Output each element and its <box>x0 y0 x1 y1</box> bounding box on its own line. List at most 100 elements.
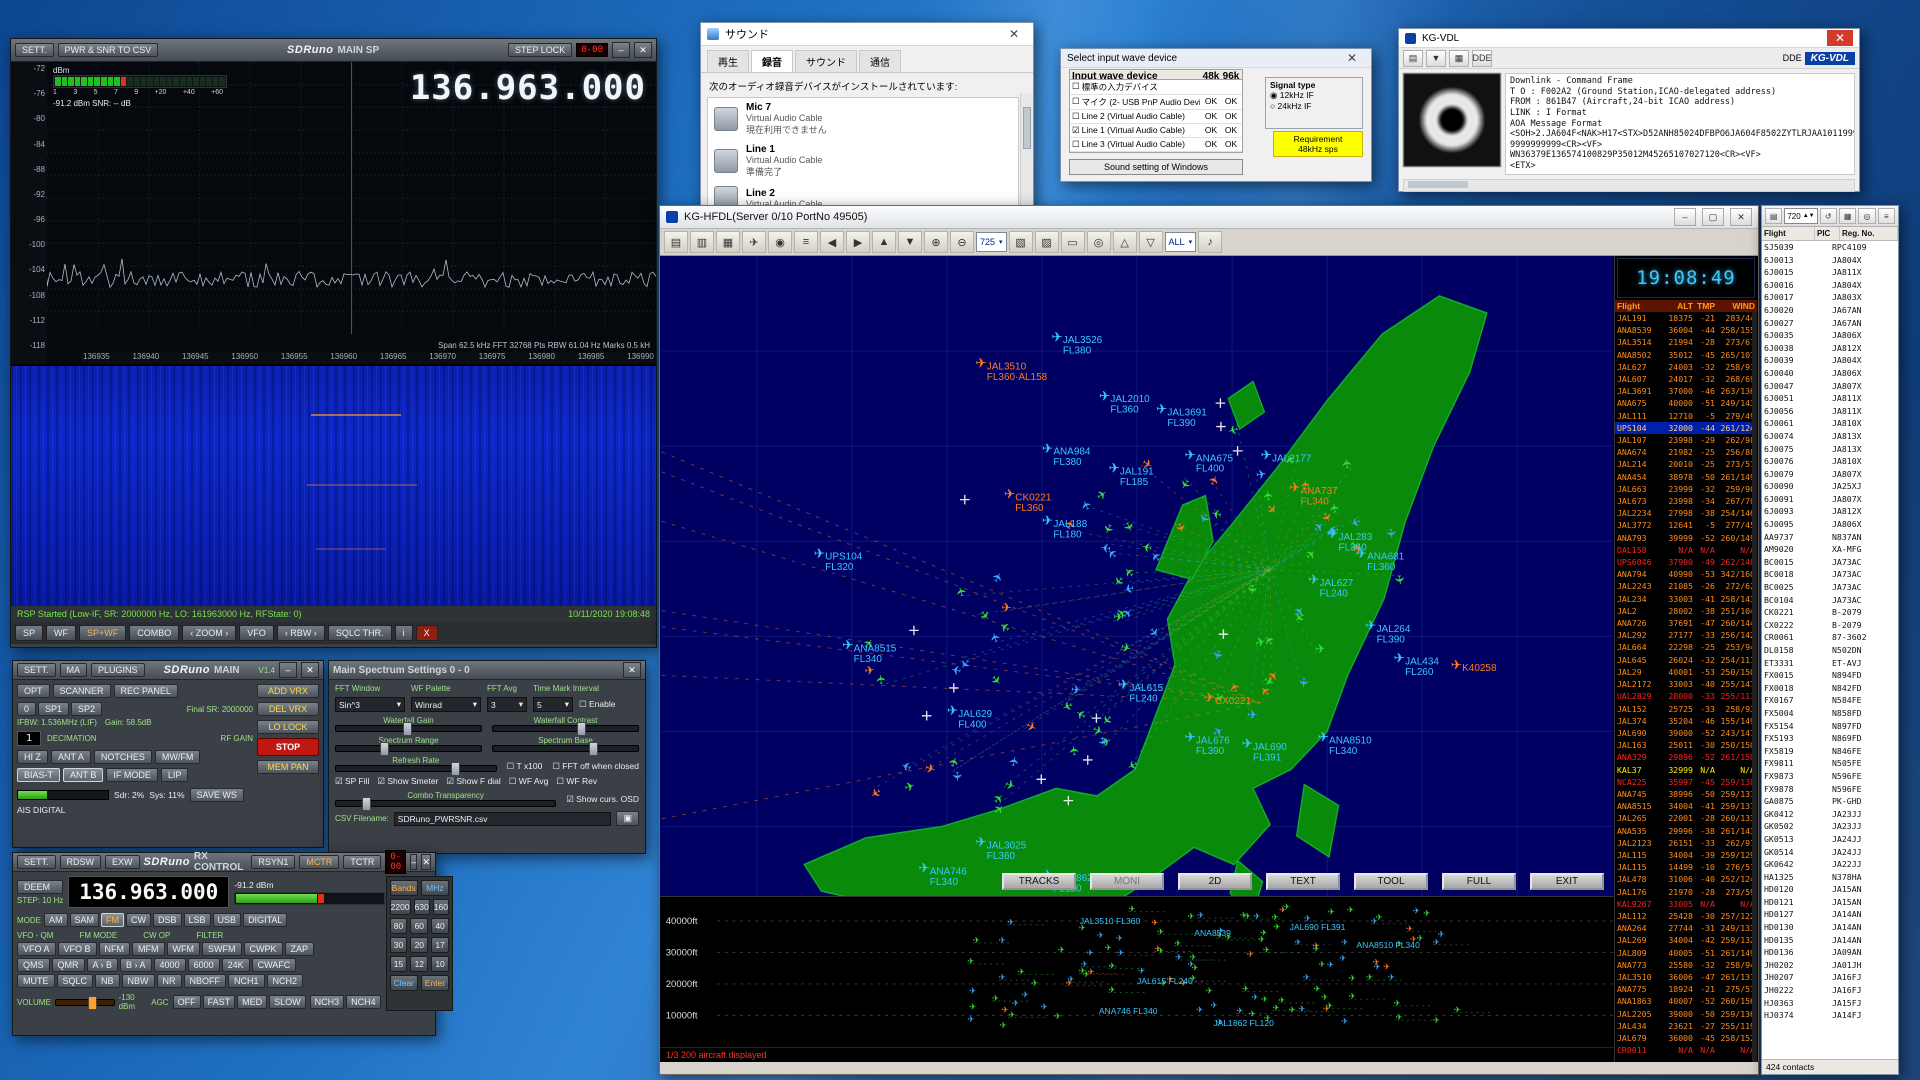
ant-ant-a-button[interactable]: ANT A <box>51 750 91 764</box>
flight-row[interactable]: ANA67421982-25256/88 <box>1615 446 1757 458</box>
mhz-button[interactable]: MHz <box>421 880 449 896</box>
contact-row[interactable]: 6J0040JA806X <box>1762 367 1898 380</box>
aircraft-marker[interactable]: ✈ <box>1067 744 1082 756</box>
vdl-titlebar[interactable]: KG-VDL ✕ <box>1399 29 1859 48</box>
profile-aircraft-marker[interactable]: ✈ <box>1339 953 1347 963</box>
aircraft-marker[interactable]: ✈ <box>1003 777 1017 794</box>
sound-tab-通信[interactable]: 通信 <box>859 50 901 72</box>
contact-row[interactable]: HA1325N378HA <box>1762 871 1898 884</box>
aircraft-marker[interactable]: ✈ <box>1185 447 1196 462</box>
profile-aircraft-marker[interactable]: ✈ <box>1376 912 1384 922</box>
profile-aircraft-marker[interactable]: ✈ <box>1253 911 1261 921</box>
profile-aircraft-marker[interactable]: ✈ <box>973 935 981 945</box>
rx-nch1-button[interactable]: NCH1 <box>228 974 265 988</box>
flight-row[interactable]: JAL43423621-27255/119 <box>1615 1020 1757 1032</box>
scroll-thumb[interactable] <box>1408 181 1468 188</box>
profile-aircraft-marker[interactable]: ✈ <box>1263 945 1271 955</box>
mode-sam-button[interactable]: SAM <box>70 913 100 927</box>
aircraft-marker[interactable]: ✈ <box>923 761 937 777</box>
profile-aircraft-marker[interactable]: ✈ <box>1313 944 1321 954</box>
profile-aircraft-marker[interactable]: ✈ <box>1138 966 1146 976</box>
aircraft-marker[interactable]: ✈ <box>1125 756 1141 773</box>
combo-transparency-slider[interactable] <box>335 800 556 807</box>
hfdl-titlebar[interactable]: KG-HFDL(Server 0/10 PortNo 49505) – ▢ ✕ <box>660 206 1758 229</box>
contact-row[interactable]: SJ5039RPC4109 <box>1762 241 1898 254</box>
flight-row[interactable]: JAL223427998-38254/146 <box>1615 507 1757 519</box>
rx-vfob-button[interactable]: VFO B <box>58 942 97 956</box>
contact-row[interactable]: FX9873N596FE <box>1762 770 1898 783</box>
flight-row[interactable]: JAL11534004-39259/129 <box>1615 849 1757 861</box>
contact-row[interactable]: GK0502JA23JJ <box>1762 820 1898 833</box>
profile-aircraft-marker[interactable]: ✈ <box>1116 933 1124 943</box>
csv-filename-input[interactable]: SDRuno_PWRSNR.csv <box>394 812 612 826</box>
flight-row[interactable]: JAL62724003-32258/91 <box>1615 361 1757 373</box>
grid-icon[interactable]: ▨ <box>1035 231 1059 253</box>
rx-nb-button[interactable]: NB <box>95 974 120 988</box>
aircraft-marker[interactable]: ✈ <box>1006 755 1022 768</box>
mss-checkbox[interactable]: ☑ Show Smeter <box>377 776 438 787</box>
profile-aircraft-marker[interactable]: ✈ <box>1454 1005 1462 1015</box>
decimation-value[interactable]: 1 <box>17 731 41 746</box>
aircraft-marker[interactable]: ✈ <box>1318 729 1329 744</box>
aircraft-marker[interactable]: ✈ <box>1383 527 1398 539</box>
profile-aircraft-marker[interactable]: ✈ <box>1041 1002 1049 1012</box>
profile-aircraft-marker[interactable]: ✈ <box>1081 959 1089 969</box>
profile-aircraft-marker[interactable]: ✈ <box>1283 902 1291 912</box>
aircraft-marker[interactable]: ✈ <box>1078 497 1095 512</box>
aircraft-marker[interactable]: ✈ <box>946 755 963 770</box>
contact-row[interactable]: 6J0051JA811X <box>1762 392 1898 405</box>
aircraft-marker[interactable]: ✈ <box>842 638 853 653</box>
flight-row[interactable]: JAL66323999-32259/90 <box>1615 483 1757 495</box>
aircraft-marker[interactable]: ✈ <box>1070 682 1082 697</box>
flight-list-scrollbar[interactable] <box>1752 312 1757 1062</box>
stop-button[interactable]: STOP <box>257 738 319 756</box>
agc-slow-button[interactable]: SLOW <box>269 995 306 1009</box>
wave-close-button[interactable]: ✕ <box>1339 51 1365 65</box>
aircraft-marker[interactable]: ✈ <box>1296 677 1311 688</box>
mode-cw-button[interactable]: CW <box>126 913 151 927</box>
aircraft-marker[interactable]: ✈ <box>953 585 969 599</box>
sp-close-button[interactable]: ✕ <box>634 42 652 58</box>
step-back-icon[interactable]: ◀ <box>820 231 844 253</box>
flight-row[interactable]: ANA853936004-44258/155 <box>1615 324 1757 336</box>
rx-swfm-button[interactable]: SWFM <box>202 942 242 956</box>
sp-toolbar-button[interactable]: WF <box>46 625 76 641</box>
profile-aircraft-marker[interactable]: ✈ <box>1188 911 1196 921</box>
down-filter-icon[interactable]: ▽ <box>1139 231 1163 253</box>
profile-aircraft-marker[interactable]: ✈ <box>1206 986 1214 996</box>
tmi-select[interactable]: 5▾ <box>533 697 573 712</box>
contacts-list[interactable]: SJ5039RPC41096J0013JA804X6J0015JA811X6J0… <box>1762 241 1898 1059</box>
profile-aircraft-marker[interactable]: ✈ <box>1251 992 1259 1002</box>
flight-row[interactable]: ANA77518924-21275/57 <box>1615 983 1757 995</box>
main-titlebar[interactable]: SETT. MA PLUGINS SDRuno MAIN V1.4 – ✕ <box>13 661 323 680</box>
aircraft-marker[interactable]: ✈ <box>1119 640 1133 656</box>
rx-ba-button[interactable]: B › A <box>120 958 152 972</box>
sp-range-slider[interactable] <box>335 745 482 752</box>
aircraft-marker[interactable]: ✈ <box>1094 486 1110 503</box>
contact-row[interactable]: ET3331ET-AVJ <box>1762 657 1898 670</box>
aircraft-marker[interactable]: ✈ <box>1004 487 1015 502</box>
rx-minimize-button[interactable]: – <box>410 854 417 870</box>
band-key-60[interactable]: 60 <box>410 918 428 934</box>
contact-row[interactable]: 6J0095JA806X <box>1762 518 1898 531</box>
contact-row[interactable]: FX9878N596FE <box>1762 783 1898 796</box>
show-curs-checkbox[interactable]: ☑ Show curs. OSD <box>566 794 639 805</box>
layers-icon[interactable]: ▧ <box>1009 231 1033 253</box>
flight-row[interactable]: JAL228002-38251/104 <box>1615 605 1757 617</box>
aircraft-marker[interactable]: ✈ <box>1001 601 1012 616</box>
flight-row[interactable]: ANA26427744-31249/133 <box>1615 922 1757 934</box>
contact-row[interactable]: FX9811N505FE <box>1762 757 1898 770</box>
profile-aircraft-marker[interactable]: ✈ <box>1294 937 1302 947</box>
contact-row[interactable]: AA9737N837AN <box>1762 531 1898 544</box>
col-tmp[interactable]: TMP <box>1693 301 1715 311</box>
list-icon[interactable]: ▤ <box>1765 208 1782 224</box>
rx-4000-button[interactable]: 4000 <box>154 958 186 972</box>
col-wind[interactable]: WIND <box>1715 301 1755 311</box>
profile-aircraft-marker[interactable]: ✈ <box>1383 962 1391 972</box>
main-close-button[interactable]: ✕ <box>301 662 319 678</box>
rx-qms-button[interactable]: QMS <box>17 958 50 972</box>
profile-aircraft-marker[interactable]: ✈ <box>1433 1015 1441 1025</box>
profile-aircraft-marker[interactable]: ✈ <box>1388 972 1396 982</box>
aircraft-map[interactable]: ✈✈✈✈✈✈✈✈✈✈✈✈✈✈✈✈✈✈✈✈✈✈✈✈✈✈✈✈✈✈✈✈✈✈✈✈✈✈✈✈… <box>660 256 1614 896</box>
wf-gain-slider[interactable] <box>335 725 482 732</box>
